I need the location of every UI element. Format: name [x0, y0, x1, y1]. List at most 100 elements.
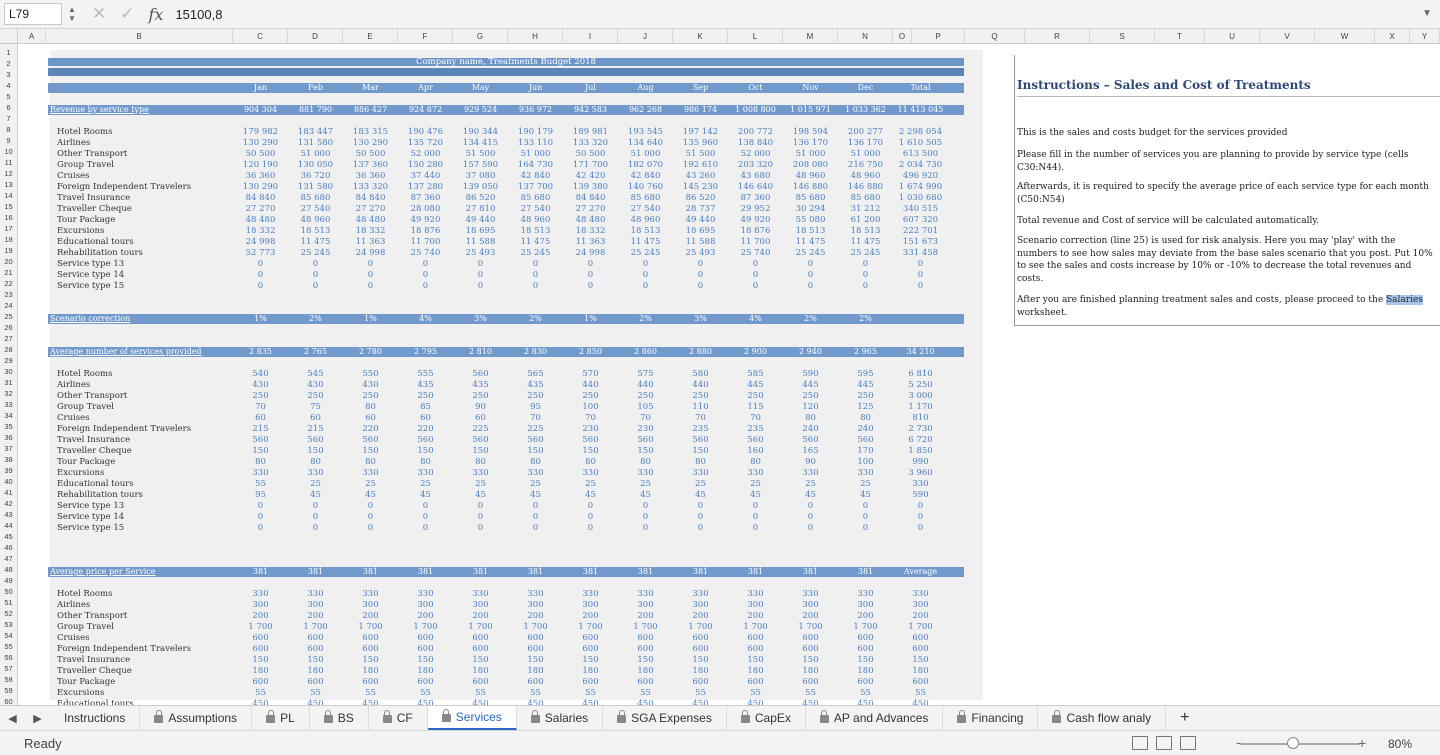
services-cell[interactable]: 230	[563, 424, 618, 435]
revenue-cell[interactable]: 84 840	[233, 193, 288, 204]
services-cell[interactable]: 150	[398, 446, 453, 457]
services-cell[interactable]: 570	[563, 369, 618, 380]
row-header[interactable]: 28	[0, 344, 17, 355]
services-cell[interactable]: 25	[728, 479, 783, 490]
row-header[interactable]: 11	[0, 157, 17, 168]
revenue-cell[interactable]: 131 580	[288, 182, 343, 193]
revenue-cell[interactable]: 48 960	[838, 171, 893, 182]
price-cell[interactable]: 180	[728, 666, 783, 677]
column-header[interactable]: A	[18, 29, 46, 44]
revenue-cell[interactable]: 130 050	[288, 160, 343, 171]
services-cell[interactable]: 110	[673, 402, 728, 413]
revenue-cell[interactable]: 85 680	[288, 193, 343, 204]
row-header[interactable]: 44	[0, 520, 17, 531]
price-cell[interactable]: 1 700	[783, 622, 838, 633]
services-cell[interactable]: 1 850	[893, 446, 948, 457]
column-header[interactable]: C	[233, 29, 288, 44]
revenue-cell[interactable]: 52 000	[398, 149, 453, 160]
price-cell[interactable]: 600	[673, 677, 728, 688]
revenue-cell[interactable]: 86 520	[673, 193, 728, 204]
revenue-cell[interactable]: 0	[508, 281, 563, 292]
worksheet-grid[interactable]: Company name, Treatments Budget 2018 Jan…	[18, 44, 1440, 705]
revenue-cell[interactable]: 157 590	[453, 160, 508, 171]
services-cell[interactable]: 0	[453, 523, 508, 534]
price-cell[interactable]: 600	[508, 633, 563, 644]
revenue-cell[interactable]: 18 513	[508, 226, 563, 237]
services-cell[interactable]: 80	[453, 457, 508, 468]
services-cell[interactable]: 0	[398, 512, 453, 523]
services-cell[interactable]: 330	[453, 468, 508, 479]
services-cell[interactable]: 150	[508, 446, 563, 457]
column-header[interactable]: G	[453, 29, 508, 44]
services-cell[interactable]: 330	[728, 468, 783, 479]
price-cell[interactable]: 180	[343, 666, 398, 677]
revenue-cell[interactable]: 1 610 505	[893, 138, 948, 149]
price-cell[interactable]: 55	[728, 688, 783, 699]
services-cell[interactable]: 80	[343, 402, 398, 413]
services-cell[interactable]: 430	[343, 380, 398, 391]
services-cell[interactable]: 435	[508, 380, 563, 391]
services-cell[interactable]: 250	[728, 391, 783, 402]
revenue-cell[interactable]: 0	[398, 259, 453, 270]
services-cell[interactable]: 25	[618, 479, 673, 490]
revenue-cell[interactable]: 27 270	[343, 204, 398, 215]
price-cell[interactable]: 55	[673, 688, 728, 699]
revenue-cell[interactable]: 151 673	[893, 237, 948, 248]
services-cell[interactable]: 0	[233, 512, 288, 523]
revenue-cell[interactable]: 25 245	[838, 248, 893, 259]
services-cell[interactable]: 150	[563, 446, 618, 457]
services-cell[interactable]: 250	[343, 391, 398, 402]
services-cell[interactable]: 60	[343, 413, 398, 424]
services-cell[interactable]: 250	[673, 391, 728, 402]
services-cell[interactable]: 550	[343, 369, 398, 380]
revenue-cell[interactable]: 18 876	[398, 226, 453, 237]
price-cell[interactable]: 600	[398, 644, 453, 655]
revenue-cell[interactable]: 0	[453, 259, 508, 270]
price-cell[interactable]: 600	[728, 644, 783, 655]
services-cell[interactable]: 215	[233, 424, 288, 435]
services-cell[interactable]: 0	[563, 501, 618, 512]
revenue-cell[interactable]: 51 000	[618, 149, 673, 160]
revenue-cell[interactable]: 189 981	[563, 127, 618, 138]
services-cell[interactable]: 0	[618, 523, 673, 534]
services-cell[interactable]: 555	[398, 369, 453, 380]
row-header[interactable]: 18	[0, 234, 17, 245]
services-cell[interactable]: 0	[398, 501, 453, 512]
services-cell[interactable]: 25	[783, 479, 838, 490]
column-header[interactable]: D	[288, 29, 343, 44]
price-cell[interactable]: 300	[563, 600, 618, 611]
services-cell[interactable]: 160	[728, 446, 783, 457]
price-cell[interactable]: 150	[838, 655, 893, 666]
services-cell[interactable]: 0	[233, 501, 288, 512]
price-cell[interactable]: 330	[728, 589, 783, 600]
services-cell[interactable]: 0	[838, 512, 893, 523]
price-cell[interactable]: 600	[563, 633, 618, 644]
services-cell[interactable]: 810	[893, 413, 948, 424]
revenue-cell[interactable]: 130 290	[233, 138, 288, 149]
next-sheet-icon[interactable]: ▶	[33, 712, 41, 725]
revenue-cell[interactable]: 27 540	[618, 204, 673, 215]
revenue-cell[interactable]: 51 000	[288, 149, 343, 160]
services-cell[interactable]: 45	[618, 490, 673, 501]
row-header[interactable]: 48	[0, 564, 17, 575]
price-cell[interactable]: 600	[398, 677, 453, 688]
services-cell[interactable]: 115	[728, 402, 783, 413]
services-cell[interactable]: 590	[893, 490, 948, 501]
scenario-cell[interactable]: 2%	[783, 314, 838, 324]
revenue-cell[interactable]: 11 700	[728, 237, 783, 248]
services-cell[interactable]: 0	[673, 523, 728, 534]
services-cell[interactable]: 45	[288, 490, 343, 501]
tab-sga-expenses[interactable]: SGA Expenses	[603, 706, 727, 730]
revenue-cell[interactable]: 0	[508, 270, 563, 281]
revenue-cell[interactable]: 136 170	[838, 138, 893, 149]
price-cell[interactable]: 200	[563, 611, 618, 622]
revenue-cell[interactable]: 42 840	[618, 171, 673, 182]
column-header[interactable]: O	[893, 29, 912, 44]
revenue-cell[interactable]: 24 998	[343, 248, 398, 259]
price-cell[interactable]: 1 700	[453, 622, 508, 633]
services-cell[interactable]: 80	[618, 457, 673, 468]
services-cell[interactable]: 330	[233, 468, 288, 479]
price-cell[interactable]: 600	[563, 677, 618, 688]
price-cell[interactable]: 300	[233, 600, 288, 611]
services-cell[interactable]: 0	[508, 523, 563, 534]
